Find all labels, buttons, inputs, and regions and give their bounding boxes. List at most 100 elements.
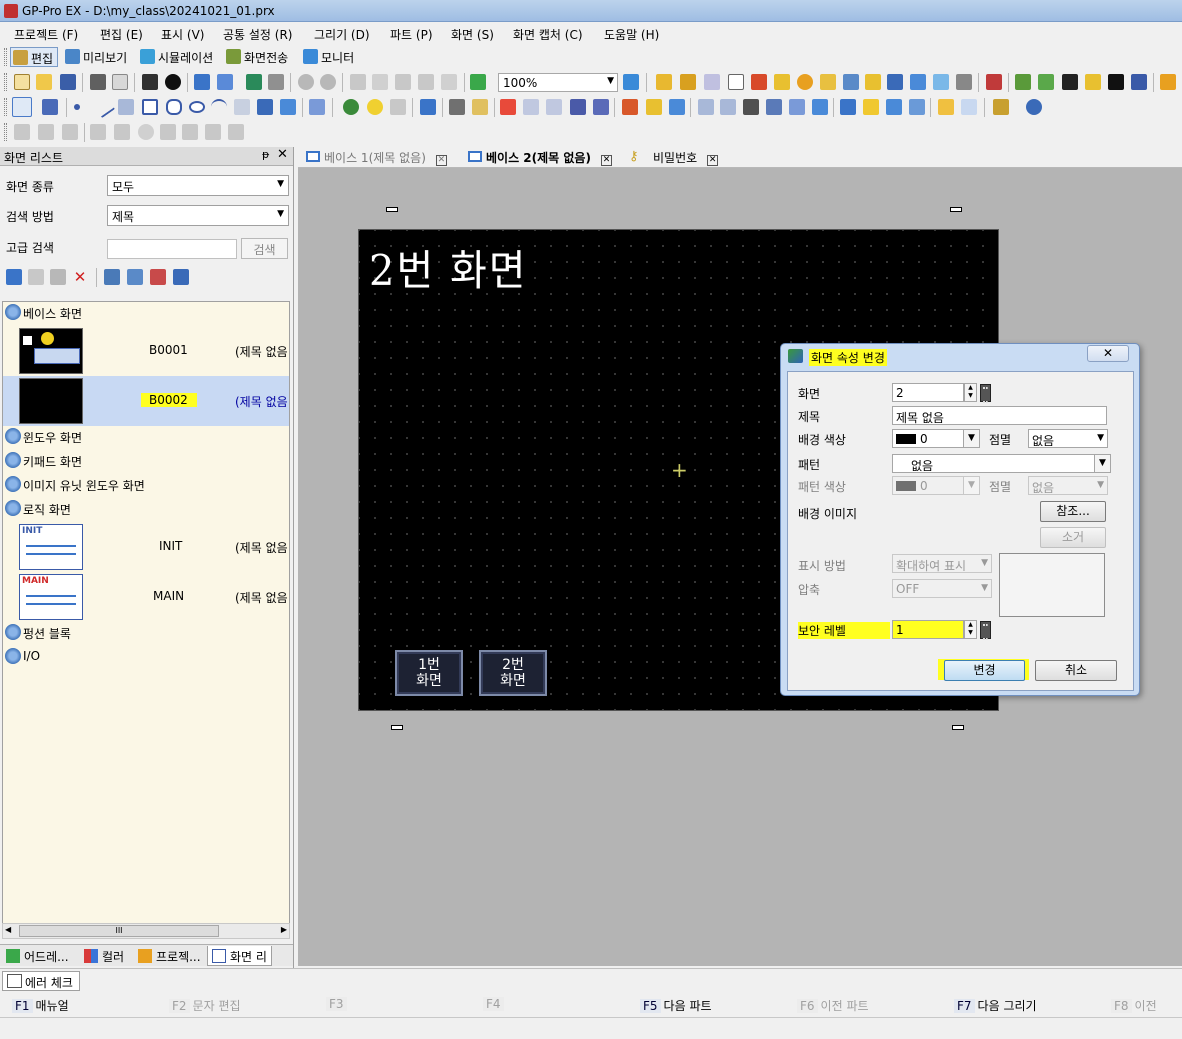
data-display-icon[interactable] bbox=[390, 99, 406, 115]
resize-handle[interactable] bbox=[950, 207, 962, 212]
menu-help[interactable]: 도움말 (H) bbox=[604, 26, 659, 43]
text-table-icon[interactable] bbox=[887, 74, 903, 90]
grid-icon[interactable] bbox=[449, 99, 465, 115]
tree-io[interactable]: I/O bbox=[3, 646, 40, 668]
screen1-switch-button[interactable]: 1번 화면 bbox=[395, 650, 463, 696]
resize-handle[interactable] bbox=[391, 725, 403, 730]
ellipse-icon[interactable] bbox=[189, 101, 205, 113]
tab-screen-list[interactable]: 화면 리 bbox=[207, 946, 272, 966]
paste-icon[interactable] bbox=[395, 74, 411, 90]
horizontal-scrollbar[interactable]: ◀ III ▶ bbox=[2, 923, 290, 939]
address-icon[interactable] bbox=[656, 74, 672, 90]
keyboard-icon[interactable] bbox=[743, 99, 759, 115]
file-manager-icon[interactable] bbox=[840, 99, 856, 115]
close-icon[interactable]: ✕ bbox=[277, 147, 288, 162]
close-icon[interactable]: ✕ bbox=[435, 155, 447, 166]
network-icon[interactable] bbox=[843, 74, 859, 90]
new-icon[interactable] bbox=[14, 74, 30, 90]
keypad-icon[interactable] bbox=[980, 384, 991, 403]
screen-capture-icon[interactable] bbox=[142, 74, 158, 90]
print-preview-icon[interactable] bbox=[112, 74, 128, 90]
import-icon[interactable] bbox=[150, 269, 166, 285]
screen-title-text[interactable]: 2번 화면 bbox=[369, 237, 528, 298]
screen-number-spinner[interactable]: ▲ ▼ bbox=[964, 383, 977, 402]
tree-logic-screens[interactable]: 로직 화면 bbox=[3, 498, 71, 520]
numeric-display-icon[interactable] bbox=[420, 99, 436, 115]
menu-common-settings[interactable]: 공통 설정 (R) bbox=[223, 26, 293, 43]
image-icon[interactable] bbox=[704, 74, 720, 90]
text-icon[interactable] bbox=[42, 99, 58, 115]
open-icon[interactable] bbox=[36, 74, 52, 90]
script-icon[interactable] bbox=[820, 74, 836, 90]
undo-icon[interactable] bbox=[298, 74, 314, 90]
export-icon[interactable] bbox=[173, 269, 189, 285]
lamp-icon[interactable] bbox=[367, 99, 383, 115]
menu-parts[interactable]: 파트 (P) bbox=[390, 26, 433, 43]
alarm-part-icon[interactable] bbox=[622, 99, 638, 115]
tree-part-icon[interactable] bbox=[698, 99, 714, 115]
screen-row-b0002[interactable]: B0002 (제목 없음 bbox=[3, 376, 289, 426]
security-level-spinner[interactable]: ▲ ▼ bbox=[964, 620, 977, 639]
table-icon[interactable] bbox=[309, 99, 325, 115]
hand-icon[interactable] bbox=[938, 99, 954, 115]
camera-icon[interactable] bbox=[165, 74, 181, 90]
close-screen-icon[interactable] bbox=[268, 74, 284, 90]
zoom-fit-icon[interactable] bbox=[623, 74, 639, 90]
scroll-thumb[interactable]: III bbox=[19, 925, 219, 937]
ok-button[interactable]: 변경 bbox=[944, 660, 1025, 681]
rotate-icon[interactable] bbox=[138, 124, 154, 140]
monitor-part-icon[interactable] bbox=[789, 99, 805, 115]
menu-edit[interactable]: 편집 (E) bbox=[100, 26, 143, 43]
save-screen-icon[interactable] bbox=[246, 74, 262, 90]
distribute-v-icon[interactable] bbox=[114, 124, 130, 140]
tree-function-blocks[interactable]: 펑션 블록 bbox=[3, 622, 71, 644]
close-icon[interactable]: ✕ bbox=[707, 155, 719, 166]
mode-simulation-button[interactable]: 시뮬레이션 bbox=[138, 47, 217, 67]
mode-monitor-button[interactable]: 모니터 bbox=[301, 47, 358, 67]
tree-keypad-screens[interactable]: 키패드 화면 bbox=[3, 450, 82, 472]
polygon-icon[interactable] bbox=[166, 99, 182, 115]
select-pointer-icon[interactable] bbox=[12, 97, 32, 117]
picture-icon[interactable] bbox=[280, 99, 296, 115]
bar-graph-icon[interactable] bbox=[500, 99, 516, 115]
mode-transfer-button[interactable]: 화면전송 bbox=[224, 47, 292, 67]
trend-graph-icon[interactable] bbox=[523, 99, 539, 115]
align-grid-icon[interactable] bbox=[62, 124, 78, 140]
browse-button[interactable]: 참조... bbox=[1040, 501, 1106, 522]
tree-image-unit-screens[interactable]: 이미지 유닛 윈도우 화면 bbox=[3, 474, 145, 496]
resize-handle[interactable] bbox=[386, 207, 398, 212]
properties-icon[interactable] bbox=[104, 269, 120, 285]
tree-base-screens[interactable]: 베이스 화면 bbox=[3, 302, 82, 324]
delete-icon[interactable]: ✕ bbox=[72, 269, 88, 285]
cut-icon[interactable] bbox=[350, 74, 366, 90]
zoom-combo[interactable]: 100% ▼ bbox=[498, 73, 618, 92]
menu-draw[interactable]: 그리기 (D) bbox=[314, 26, 370, 43]
screen2-switch-button[interactable]: 2번 화면 bbox=[479, 650, 547, 696]
toolbar-grip[interactable] bbox=[4, 73, 7, 91]
print-icon[interactable] bbox=[90, 74, 106, 90]
menu-view[interactable]: 표시 (V) bbox=[161, 26, 204, 43]
symbol-icon[interactable] bbox=[680, 74, 696, 90]
settings-gear-icon[interactable] bbox=[956, 74, 972, 90]
dialog-close-button[interactable]: ✕ bbox=[1087, 345, 1129, 362]
delete-icon[interactable] bbox=[441, 74, 457, 90]
dialog-title-bar[interactable]: 화면 속성 변경 ✕ bbox=[781, 344, 1139, 368]
screen-number-input[interactable]: 2 bbox=[892, 383, 964, 402]
sound-icon[interactable] bbox=[865, 74, 881, 90]
list-part-icon[interactable] bbox=[720, 99, 736, 115]
tab-base-1[interactable]: 베이스 1(제목 없음) ✕ bbox=[304, 149, 447, 167]
search-input[interactable] bbox=[107, 239, 237, 259]
scale-icon[interactable] bbox=[234, 99, 250, 115]
move-icon[interactable] bbox=[593, 99, 609, 115]
pin-icon[interactable]: ᵽ bbox=[262, 148, 269, 161]
cancel-button[interactable]: 취소 bbox=[1035, 660, 1117, 681]
search-method-select[interactable]: 제목 ▼ bbox=[107, 205, 289, 226]
tab-base-2[interactable]: 베이스 2(제목 없음) ✕ bbox=[466, 149, 612, 167]
dot-icon[interactable] bbox=[74, 104, 80, 110]
f7-key[interactable]: F7 다음 그리기 bbox=[954, 997, 1037, 1014]
globe-icon[interactable] bbox=[1026, 99, 1042, 115]
search-button[interactable]: 검색 bbox=[241, 238, 288, 259]
new-screen-icon[interactable] bbox=[6, 269, 22, 285]
mode-preview-button[interactable]: 미리보기 bbox=[63, 47, 131, 67]
tab-address[interactable]: 어드레... bbox=[2, 946, 73, 966]
